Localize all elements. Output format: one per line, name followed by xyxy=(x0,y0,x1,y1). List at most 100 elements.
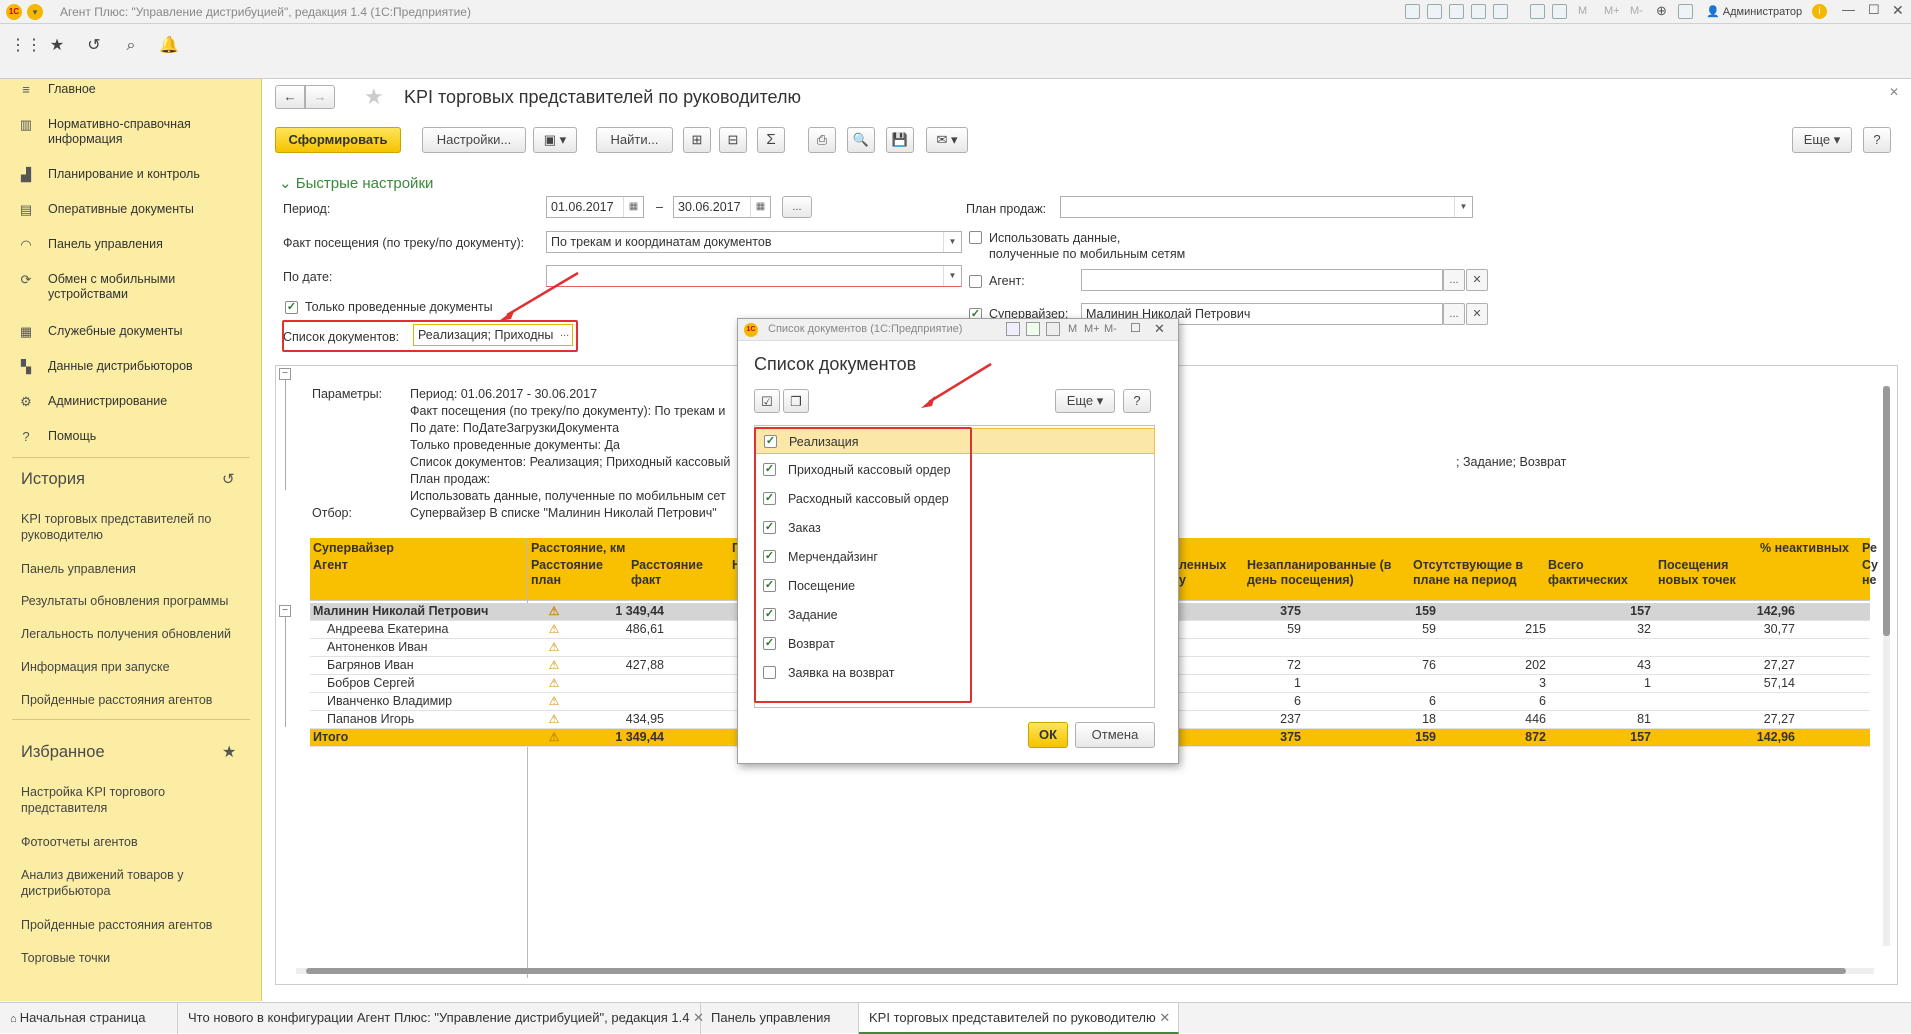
history-clock-icon[interactable]: ↺ xyxy=(222,470,235,488)
sales-plan-select[interactable]: ▼ xyxy=(1060,196,1473,218)
memory-plus-icon[interactable]: M+ xyxy=(1604,5,1620,17)
chevron-down-icon[interactable]: ▼ xyxy=(1454,197,1472,217)
back-button[interactable]: ← xyxy=(275,85,305,109)
print-button-icon[interactable]: ⎙ xyxy=(808,127,836,153)
uncheck-all-icon[interactable]: ❐ xyxy=(783,389,809,413)
collapse-params-icon[interactable]: − xyxy=(279,368,291,380)
calc-icon[interactable] xyxy=(1530,4,1545,19)
variants-dropdown-button[interactable]: ▣ ▾ xyxy=(533,127,577,153)
favorite-link[interactable]: Пройденные расстояния агентов xyxy=(21,917,246,933)
sidebar-item-distributors[interactable]: ▚ Данные дистрибьюторов xyxy=(0,359,262,374)
agent-input[interactable] xyxy=(1081,269,1443,291)
period-select-button[interactable]: ... xyxy=(782,196,812,218)
tab-whats-new[interactable]: Что нового в конфигурации Агент Плюс: "У… xyxy=(178,1003,704,1034)
vertical-scrollbar[interactable] xyxy=(1883,386,1890,946)
preview-icon[interactable] xyxy=(1449,4,1464,19)
history-link[interactable]: Информация при запуске xyxy=(21,659,246,675)
save-icon[interactable] xyxy=(1405,4,1420,19)
tab-control-panel[interactable]: Панель управления xyxy=(701,1003,859,1034)
cancel-button[interactable]: Отмена xyxy=(1075,722,1155,748)
favorites-star-icon[interactable]: ★ xyxy=(222,742,236,762)
tab-kpi-report[interactable]: KPI торговых представителей по руководит… xyxy=(859,1003,1179,1034)
preview-button-icon[interactable]: 🔍 xyxy=(847,127,875,153)
print-icon[interactable] xyxy=(1427,4,1442,19)
tab-close-icon[interactable]: ✕ xyxy=(1159,1010,1170,1025)
only-posted-checkbox[interactable]: ✓ xyxy=(285,301,298,314)
user-name[interactable]: 👤 Администратор xyxy=(1706,5,1802,18)
history-link[interactable]: Пройденные расстояния агентов xyxy=(21,692,246,708)
agent-checkbox[interactable] xyxy=(969,275,982,288)
agent-select-button[interactable]: ... xyxy=(1443,269,1465,291)
collapse-group-icon[interactable]: − xyxy=(279,605,291,617)
quick-settings-toggle[interactable]: ⌄ Быстрые настройки xyxy=(279,174,433,192)
sidebar-item-admin[interactable]: ⚙ Администрирование xyxy=(0,394,262,409)
main-menu-icon[interactable]: ▾ xyxy=(27,4,43,20)
sidebar-item-service-docs[interactable]: ▦ Служебные документы xyxy=(0,324,262,339)
favorite-link[interactable]: Торговые точки xyxy=(21,950,246,966)
mobile-data-checkbox[interactable] xyxy=(969,231,982,244)
expand-groups-icon[interactable]: ⊞ xyxy=(683,127,711,153)
favorite-link[interactable]: Настройка KPI торгового представителя xyxy=(21,784,246,816)
sidebar-item-main[interactable]: ≡ Главное xyxy=(0,82,262,97)
period-from-input[interactable]: 01.06.2017 ▦ xyxy=(546,196,644,218)
history-link[interactable]: KPI торговых представителей по руководит… xyxy=(21,511,246,543)
visit-fact-select[interactable]: По трекам и координатам документов ▼ xyxy=(546,231,962,253)
apps-grid-icon[interactable]: ⋮⋮ xyxy=(10,34,42,58)
dialog-calendar-icon[interactable] xyxy=(1046,322,1060,336)
send-email-dropdown-icon[interactable]: ✉ ▾ xyxy=(926,127,968,153)
favorite-star-icon[interactable]: ★ xyxy=(364,84,384,110)
history-link[interactable]: Легальность получения обновлений xyxy=(21,626,246,642)
memory-minus-icon[interactable]: M- xyxy=(1630,5,1643,17)
sidebar-item-reference[interactable]: ▥ Нормативно-справочная информация xyxy=(0,117,262,147)
dialog-close-icon[interactable]: ✕ xyxy=(1154,321,1165,337)
tab-home[interactable]: ⌂ Начальная страница xyxy=(0,1003,178,1034)
save-button-icon[interactable]: 💾 xyxy=(886,127,914,153)
ok-button[interactable]: ОК xyxy=(1028,722,1068,748)
calendar-icon[interactable]: ▦ xyxy=(750,197,770,217)
memory-m-icon[interactable]: M xyxy=(1578,5,1587,17)
by-date-select[interactable]: ▼ xyxy=(546,265,962,287)
dialog-mminus-icon[interactable]: M- xyxy=(1104,323,1117,335)
sidebar-item-operational-docs[interactable]: ▤ Оперативные документы xyxy=(0,202,262,217)
collapse-groups-icon[interactable]: ⊟ xyxy=(719,127,747,153)
sidebar-item-help[interactable]: ? Помощь xyxy=(0,429,262,444)
period-to-input[interactable]: 30.06.2017 ▦ xyxy=(673,196,771,218)
chevron-down-icon[interactable]: ▼ xyxy=(943,232,961,252)
history-icon[interactable]: ↺ xyxy=(82,34,106,58)
settings-button[interactable]: Настройки... xyxy=(422,127,526,153)
attach-icon[interactable] xyxy=(1471,4,1486,19)
link-icon[interactable] xyxy=(1493,4,1508,19)
more-button[interactable]: Еще ▾ xyxy=(1792,127,1852,153)
close-icon[interactable]: ✕ xyxy=(1892,2,1904,19)
check-all-icon[interactable]: ☑ xyxy=(754,389,780,413)
info-icon[interactable]: i xyxy=(1812,4,1827,19)
minimize-icon[interactable]: — xyxy=(1842,2,1855,17)
sum-icon[interactable]: Σ xyxy=(757,127,785,153)
history-link[interactable]: Результаты обновления программы xyxy=(21,593,246,609)
dialog-maximize-icon[interactable]: ☐ xyxy=(1130,321,1141,335)
forward-button[interactable]: → xyxy=(305,85,335,109)
history-link[interactable]: Панель управления xyxy=(21,561,246,577)
supervisor-select-button[interactable]: ... xyxy=(1443,303,1465,325)
horizontal-scrollbar[interactable] xyxy=(296,968,1874,974)
calendar-icon[interactable]: ▦ xyxy=(623,197,643,217)
maximize-icon[interactable]: ☐ xyxy=(1868,2,1880,18)
find-button[interactable]: Найти... xyxy=(596,127,673,153)
dialog-calc-icon[interactable] xyxy=(1026,322,1040,336)
dialog-mplus-icon[interactable]: M+ xyxy=(1084,323,1100,335)
favorite-link[interactable]: Анализ движений товаров у дистрибьютора xyxy=(21,867,246,899)
sidebar-item-mobile-exchange[interactable]: ⟳ Обмен с мобильными устройствами xyxy=(0,272,200,302)
supervisor-clear-icon[interactable]: ✕ xyxy=(1466,303,1488,325)
sidebar-item-planning[interactable]: ▟ Планирование и контроль xyxy=(0,167,262,182)
bell-icon[interactable]: 🔔 xyxy=(157,34,181,58)
dialog-m-icon[interactable]: M xyxy=(1068,323,1077,335)
chevron-down-icon[interactable]: ▼ xyxy=(943,266,961,286)
calendar-icon[interactable] xyxy=(1552,4,1567,19)
search-icon[interactable]: ⌕ xyxy=(119,34,143,58)
favorite-link[interactable]: Фотоотчеты агентов xyxy=(21,834,246,850)
window-list-icon[interactable] xyxy=(1678,4,1693,19)
favorites-star-icon[interactable]: ★ xyxy=(45,34,69,58)
sidebar-item-control-panel[interactable]: ◠ Панель управления xyxy=(0,237,262,252)
zoom-icon[interactable]: ⊕ xyxy=(1656,3,1667,19)
form-close-icon[interactable]: ✕ xyxy=(1889,85,1899,99)
